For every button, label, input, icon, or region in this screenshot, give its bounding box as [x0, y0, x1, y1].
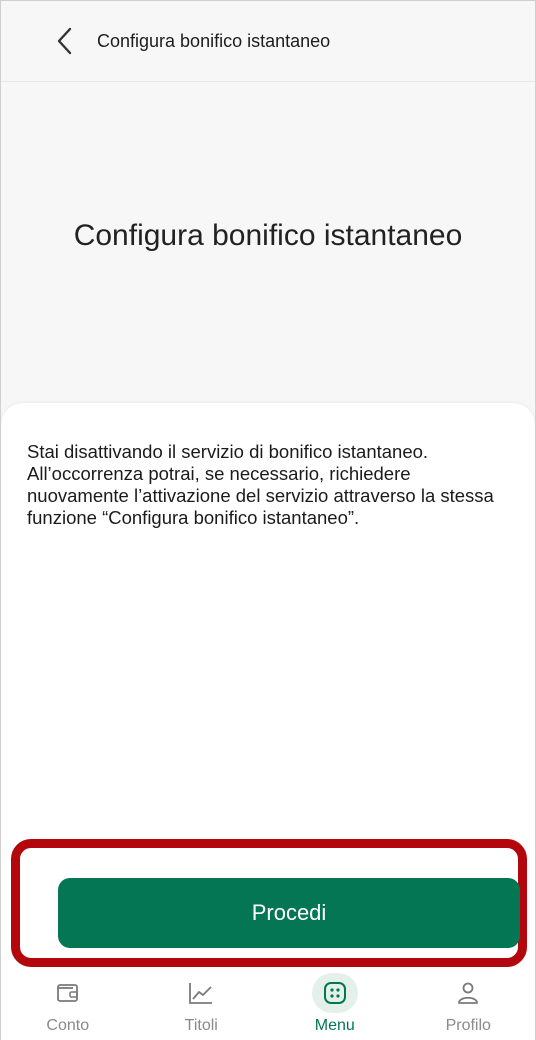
back-button[interactable]: [37, 13, 93, 69]
procedi-button[interactable]: Procedi: [58, 878, 520, 948]
nav-label-menu: Menu: [314, 1017, 355, 1034]
nav-label-conto: Conto: [46, 1017, 90, 1034]
wallet-icon: [45, 973, 91, 1013]
app-screen: Configura bonifico istantaneo Configura …: [0, 0, 536, 1040]
header-title: Configura bonifico istantaneo: [97, 30, 331, 51]
user-icon: [445, 973, 491, 1013]
nav-item-titoli[interactable]: Titoli: [141, 969, 261, 1040]
page-title: Configura bonifico istantaneo: [73, 219, 463, 252]
deactivation-message: Stai disattivando il servizio di bonific…: [27, 441, 494, 528]
nav-item-profilo[interactable]: Profilo: [408, 969, 528, 1040]
nav-item-conto[interactable]: Conto: [8, 969, 128, 1040]
bottom-navigation: Conto Titoli Menu Profilo: [1, 969, 535, 1040]
menu-grid-icon: [311, 973, 358, 1013]
trend-chart-icon: [178, 973, 224, 1013]
nav-item-menu[interactable]: Menu: [275, 969, 395, 1040]
chevron-left-icon: [57, 27, 72, 55]
nav-label-titoli: Titoli: [184, 1017, 218, 1034]
top-app-bar: Configura bonifico istantaneo: [1, 1, 535, 82]
nav-label-profilo: Profilo: [445, 1017, 491, 1034]
